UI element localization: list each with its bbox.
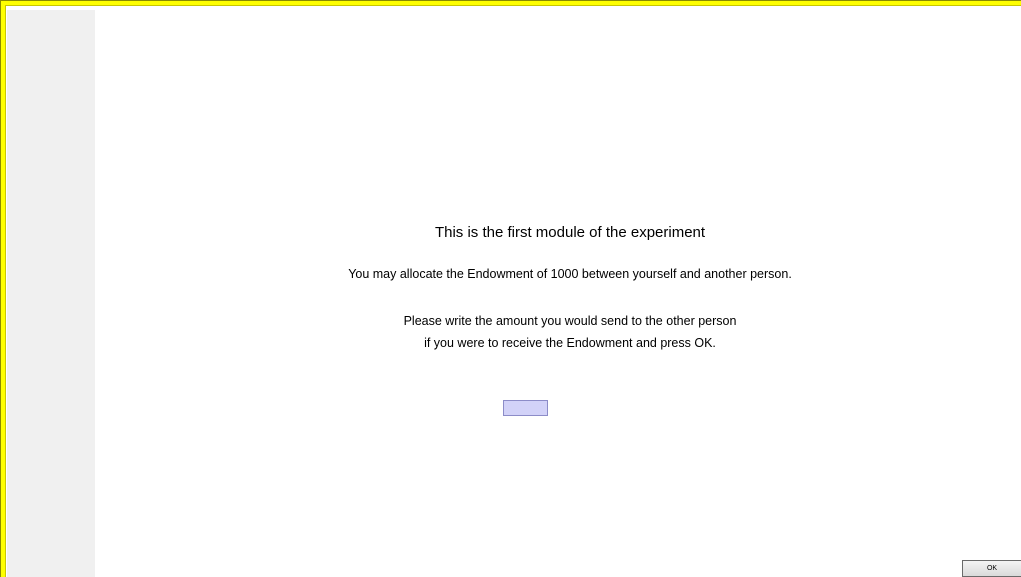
amount-instruction-line-2: if you were to receive the Endowment and… bbox=[424, 336, 716, 350]
send-amount-input[interactable] bbox=[503, 400, 548, 416]
window-frame-left-edge bbox=[0, 0, 1, 577]
ok-button[interactable]: OK bbox=[962, 560, 1021, 577]
endowment-instruction: You may allocate the Endowment of 1000 b… bbox=[348, 267, 792, 281]
window-frame-top-edge bbox=[0, 0, 1021, 1]
left-sidebar-panel bbox=[7, 10, 95, 577]
main-content-panel bbox=[95, 10, 1021, 577]
window-inner-top-edge bbox=[5, 5, 1021, 6]
window-inner-left-edge bbox=[5, 5, 6, 577]
module-title: This is the first module of the experime… bbox=[434, 224, 706, 241]
amount-instruction-line-1: Please write the amount you would send t… bbox=[403, 314, 737, 328]
